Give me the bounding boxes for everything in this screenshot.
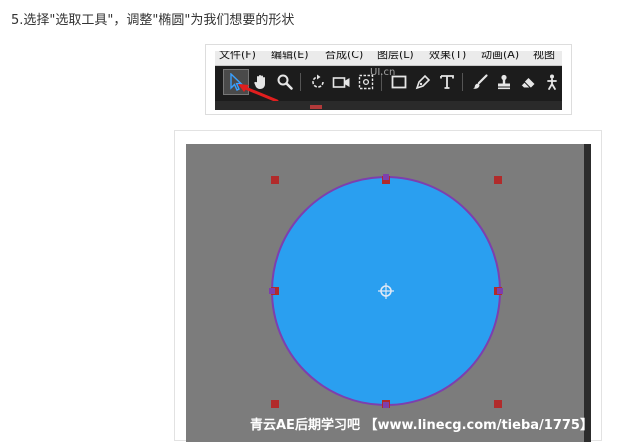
camera-icon [332,77,350,88]
toolbar-separator [300,73,301,91]
path-vertex[interactable] [269,288,275,294]
stamp-icon [498,74,510,90]
viewer-right-edge [584,144,591,442]
toolbar-screenshot: 文件(F) 编辑(E) 合成(C) 图层(L) 效果(T) 动画(A) 视图 U… [215,51,562,110]
path-vertex[interactable] [497,288,503,294]
stamp-tool-button[interactable] [491,69,517,95]
transform-handle[interactable] [271,400,279,408]
ellipse-layer [269,174,503,408]
composition-viewer: 青云AE后期学习吧 【www.linecg.com/tieba/1775】 [186,144,591,442]
site-watermark: 青云AE后期学习吧 【www.linecg.com/tieba/1775】 [250,418,591,433]
eraser-tool-button[interactable] [515,69,541,95]
rotate-tool-button[interactable] [305,69,331,95]
menu-animation[interactable]: 动画(A) [481,51,519,62]
puppet-tool-button[interactable] [539,69,562,95]
pen-icon [415,74,431,90]
transform-handle[interactable] [494,400,502,408]
menu-edit[interactable]: 编辑(E) [271,51,309,62]
menu-bar: 文件(F) 编辑(E) 合成(C) 图层(L) 效果(T) 动画(A) 视图 [215,51,562,66]
menu-effect[interactable]: 效果(T) [429,51,466,62]
timeline-strip [215,101,562,110]
eraser-icon [521,78,535,89]
transform-handle[interactable] [271,176,279,184]
canvas-screenshot-card: 青云AE后期学习吧 【www.linecg.com/tieba/1775】 [174,130,602,442]
menu-view[interactable]: 视图 [533,51,555,62]
camera-tool-button[interactable] [329,69,355,95]
timeline-marker [310,105,322,109]
menu-composition[interactable]: 合成(C) [325,51,363,62]
rotate-icon [312,74,324,88]
toolbar-separator [462,73,463,91]
toolbar-screenshot-card: 文件(F) 编辑(E) 合成(C) 图层(L) 效果(T) 动画(A) 视图 U… [205,44,572,115]
pen-tool-button[interactable] [410,69,436,95]
transform-handle[interactable] [494,176,502,184]
brush-tool-button[interactable] [467,69,493,95]
path-vertex[interactable] [383,174,389,180]
menu-layer[interactable]: 图层(L) [377,51,414,62]
text-icon [440,75,454,89]
path-vertex[interactable] [383,402,389,408]
puppet-icon [547,74,557,90]
ui-cn-watermark: UI.cn [370,67,396,78]
menu-file[interactable]: 文件(F) [219,51,256,62]
text-tool-button[interactable] [434,69,460,95]
step-title: 5.选择"选取工具"，调整"椭圆"为我们想要的形状 [11,13,295,28]
brush-icon [473,74,488,89]
